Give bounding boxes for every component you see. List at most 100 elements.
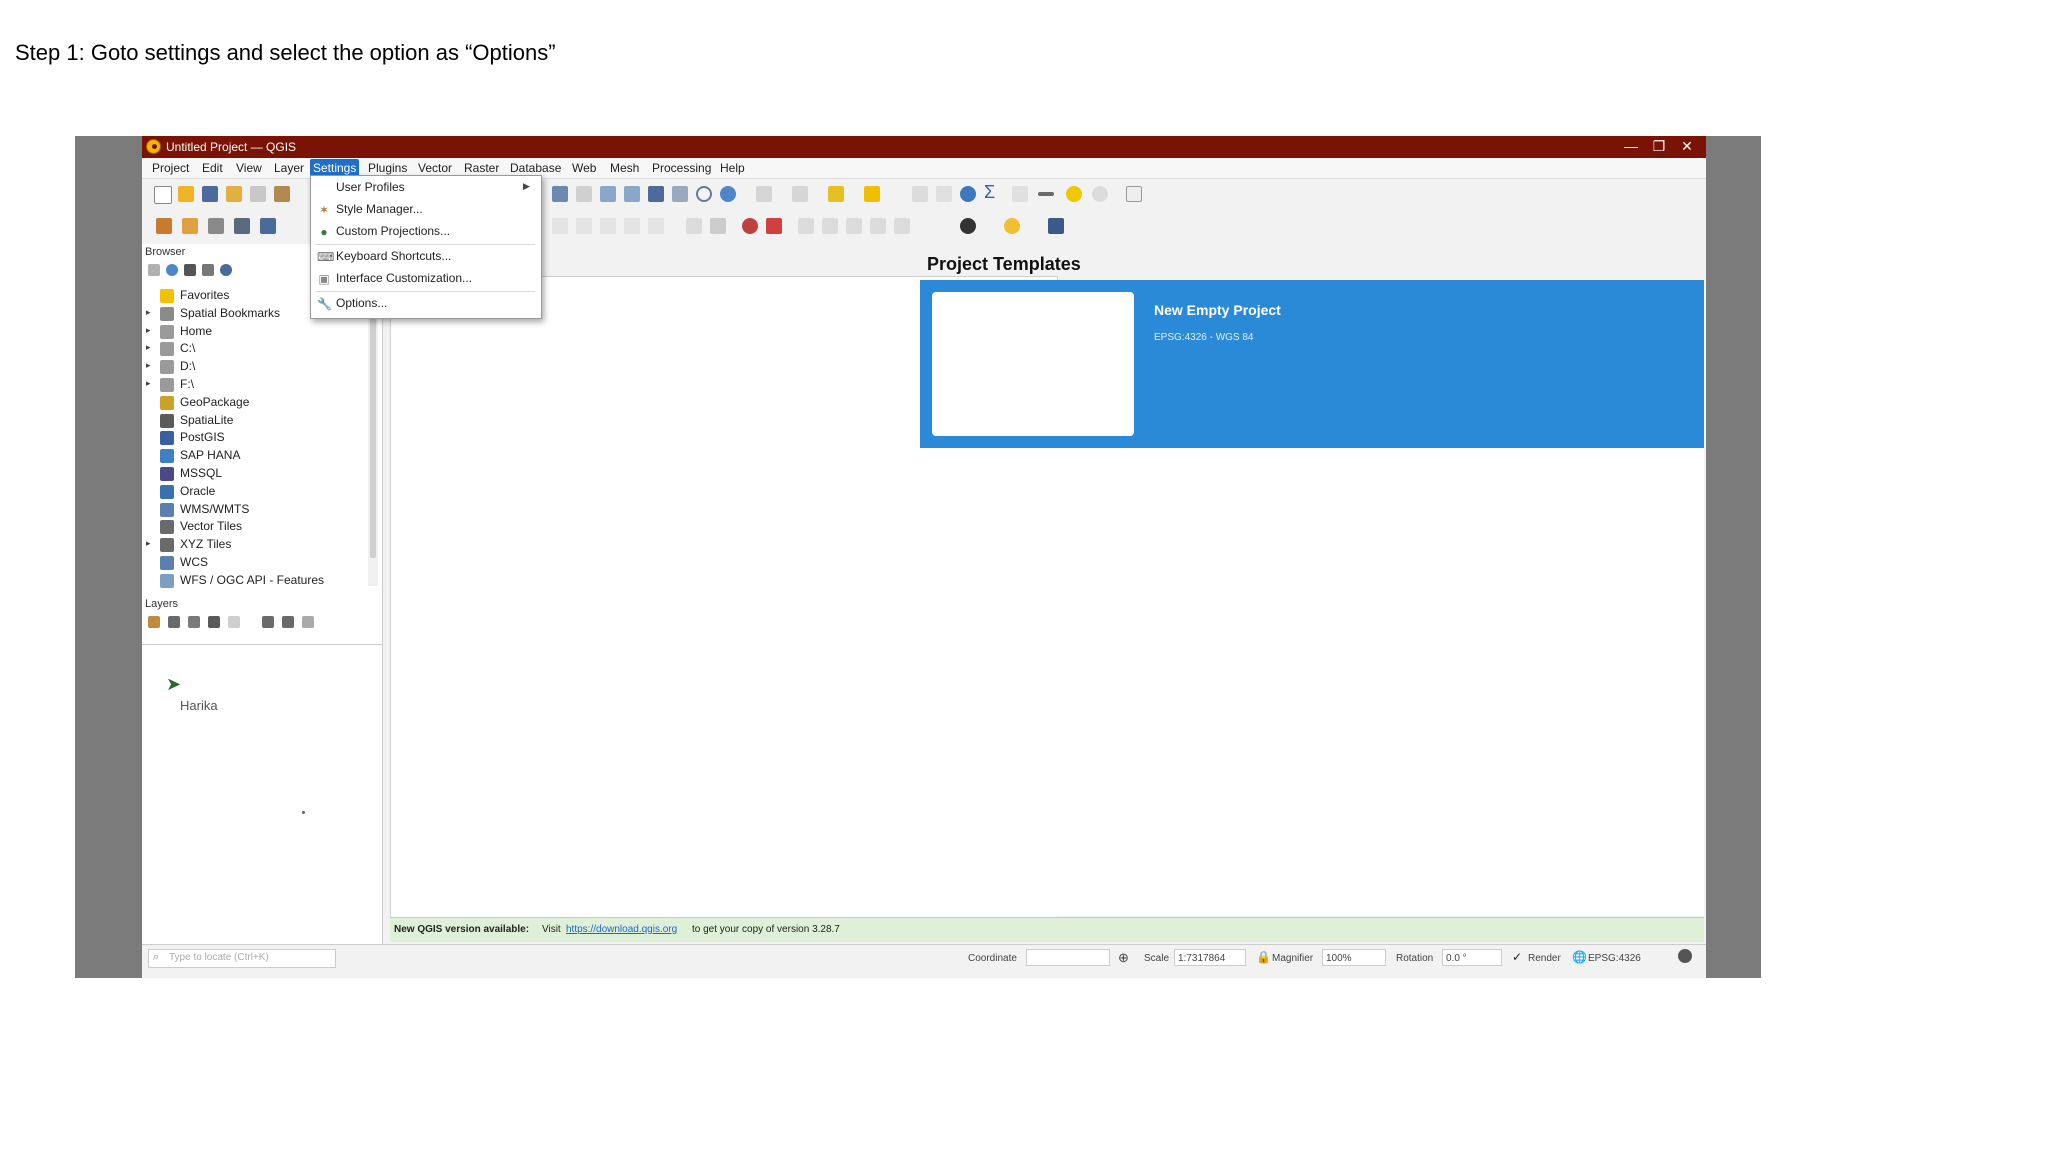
deselect-icon[interactable] xyxy=(864,186,880,202)
add-selected-icon[interactable] xyxy=(148,264,160,276)
collapse-all-icon[interactable] xyxy=(202,264,214,276)
refresh-browser-icon[interactable] xyxy=(166,264,178,276)
toggle-extents-icon[interactable]: ⊕ xyxy=(1118,950,1129,966)
update-link[interactable]: https://download.qgis.org xyxy=(566,924,677,935)
pan-selection-icon[interactable] xyxy=(576,186,592,202)
menu-project[interactable]: Project xyxy=(150,161,191,175)
metasearch-icon[interactable] xyxy=(1048,218,1064,234)
messages-icon[interactable] xyxy=(1678,949,1692,963)
python-console-icon[interactable] xyxy=(1004,218,1020,234)
rotation-field[interactable]: 0.0 ° xyxy=(1442,949,1502,966)
restore-button[interactable]: ❐ xyxy=(1644,138,1674,155)
processing-gear-icon[interactable] xyxy=(960,186,976,202)
collapse-layers-icon[interactable] xyxy=(282,616,294,628)
style-dock-icon[interactable] xyxy=(148,616,160,628)
redo-icon[interactable] xyxy=(648,218,664,234)
label-change-icon[interactable] xyxy=(846,218,862,234)
edit-save-icon[interactable] xyxy=(576,218,592,234)
measure-icon[interactable] xyxy=(1012,186,1028,202)
locator-input[interactable]: ⌕ Type to locate (Ctrl+K) xyxy=(148,949,336,968)
text-annotation-icon[interactable] xyxy=(1126,186,1142,202)
expand-arrow-icon[interactable]: ▸ xyxy=(146,342,151,353)
plugin-globe-icon[interactable] xyxy=(960,218,976,234)
menu-item-interface-customization[interactable]: ▣ Interface Customization... xyxy=(311,268,539,290)
zoom-layer-icon[interactable] xyxy=(672,186,688,202)
coordinate-field[interactable] xyxy=(1026,949,1110,966)
zoom-out-icon[interactable] xyxy=(624,186,640,202)
temporal-icon[interactable] xyxy=(696,186,712,202)
expand-arrow-icon[interactable]: ▸ xyxy=(146,360,151,371)
label-pin-icon[interactable] xyxy=(710,218,726,234)
save-as-icon[interactable] xyxy=(226,186,242,202)
new-temp-layer-icon[interactable] xyxy=(260,218,276,234)
minimize-button[interactable]: — xyxy=(1616,138,1646,154)
crs-value[interactable]: EPSG:4326 xyxy=(1588,953,1641,964)
label-icon[interactable] xyxy=(686,218,702,234)
menu-database[interactable]: Database xyxy=(508,161,563,175)
menu-item-options[interactable]: 🔧 Options... xyxy=(311,293,539,315)
menu-item-custom-projections[interactable]: ● Custom Projections... xyxy=(311,221,539,243)
expand-all-icon[interactable] xyxy=(262,616,274,628)
add-group-icon[interactable] xyxy=(168,616,180,628)
filter-icon[interactable] xyxy=(184,264,196,276)
menu-web[interactable]: Web xyxy=(570,161,598,175)
label-rotate-icon[interactable] xyxy=(822,218,838,234)
expand-arrow-icon[interactable]: ▸ xyxy=(146,307,151,318)
template-thumbnail[interactable] xyxy=(932,292,1134,436)
crs-globe-icon[interactable]: 🌐 xyxy=(1572,950,1587,964)
menu-layer[interactable]: Layer xyxy=(272,161,306,175)
filter-legend-icon[interactable] xyxy=(208,616,220,628)
menu-item-style-manager[interactable]: ✶ Style Manager... xyxy=(311,199,539,221)
new-geopackage-icon[interactable] xyxy=(182,218,198,234)
undo-icon[interactable] xyxy=(624,218,640,234)
map-tips-icon[interactable] xyxy=(1066,186,1082,202)
close-button[interactable]: ✕ xyxy=(1672,138,1702,155)
statistics-sigma-icon[interactable]: Σ xyxy=(984,183,1000,201)
measure-line-icon[interactable] xyxy=(1038,192,1054,196)
label-highlight-icon[interactable] xyxy=(742,218,758,234)
menu-raster[interactable]: Raster xyxy=(462,161,501,175)
menu-edit[interactable]: Edit xyxy=(200,161,225,175)
field-calculator-icon[interactable] xyxy=(912,186,928,202)
pan-icon[interactable] xyxy=(552,186,568,202)
label-remove-icon[interactable] xyxy=(766,218,782,234)
magnifier-field[interactable]: 100% xyxy=(1322,949,1386,966)
render-checkbox[interactable]: ✓ xyxy=(1512,950,1522,964)
digitize-icon[interactable] xyxy=(552,218,568,234)
expand-arrow-icon[interactable]: ▸ xyxy=(146,378,151,389)
new-spatialite-icon[interactable] xyxy=(234,218,250,234)
properties-icon[interactable] xyxy=(220,264,232,276)
menu-processing[interactable]: Processing xyxy=(650,161,713,175)
add-feature-icon[interactable] xyxy=(600,218,616,234)
label-move-icon[interactable] xyxy=(798,218,814,234)
select-icon[interactable] xyxy=(792,186,808,202)
annotation-icon[interactable] xyxy=(1092,186,1108,202)
expand-arrow-icon[interactable]: ▸ xyxy=(146,538,151,549)
scale-field[interactable]: 1:7317864 xyxy=(1174,949,1246,966)
new-project-icon[interactable] xyxy=(154,186,172,204)
menu-mesh[interactable]: Mesh xyxy=(608,161,641,175)
menu-vector[interactable]: Vector xyxy=(416,161,454,175)
data-source-manager-icon[interactable] xyxy=(156,218,172,234)
print-layout-icon[interactable] xyxy=(250,186,266,202)
new-shapefile-icon[interactable] xyxy=(208,218,224,234)
identify-icon[interactable] xyxy=(756,186,772,202)
zoom-full-icon[interactable] xyxy=(648,186,664,202)
save-icon[interactable] xyxy=(202,186,218,202)
layout-manager-icon[interactable] xyxy=(274,186,290,202)
lock-scale-icon[interactable]: 🔒 xyxy=(1256,950,1271,964)
manage-themes-icon[interactable] xyxy=(188,616,200,628)
menu-help[interactable]: Help xyxy=(718,161,747,175)
open-folder-icon[interactable] xyxy=(178,186,194,202)
refresh-icon[interactable] xyxy=(720,186,736,202)
label-show-icon[interactable] xyxy=(870,218,886,234)
menu-item-keyboard-shortcuts[interactable]: ⌨ Keyboard Shortcuts... xyxy=(311,246,539,268)
filter-expression-icon[interactable] xyxy=(228,616,240,628)
browser-scroll-thumb[interactable] xyxy=(370,288,376,558)
zoom-in-icon[interactable] xyxy=(600,186,616,202)
menu-view[interactable]: View xyxy=(234,161,264,175)
menu-item-user-profiles[interactable]: User Profiles ▶ xyxy=(311,177,539,199)
label-diagram-icon[interactable] xyxy=(894,218,910,234)
select-feature-icon[interactable] xyxy=(828,186,844,202)
attribute-table-icon[interactable] xyxy=(936,186,952,202)
